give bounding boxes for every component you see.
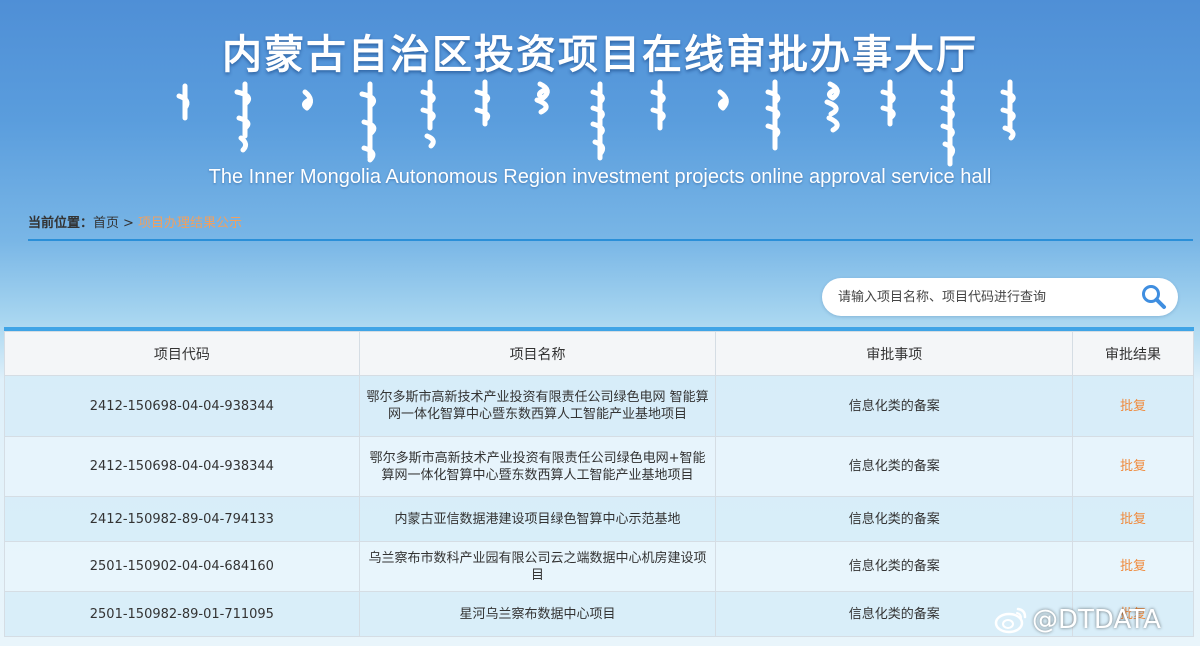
approval-item: 信息化类的备案	[715, 496, 1074, 542]
project-name: 鄂尔多斯市高新技术产业投资有限责任公司绿色电网+智能算网一体化智算中心暨东数西算…	[358, 436, 717, 497]
approval-result-link[interactable]: 批复	[1120, 399, 1146, 414]
site-title: 内蒙古自治区投资项目在线审批办事大厅	[222, 31, 978, 78]
site-subtitle-english: The Inner Mongolia Autonomous Region inv…	[208, 166, 992, 188]
approval-result-cell: 批复	[1072, 375, 1194, 437]
project-code: 2412-150698-04-04-938344	[4, 375, 360, 437]
table-row: 2501-150902-04-04-684160 乌兰察布市数科产业园有限公司云…	[4, 541, 1194, 592]
mongolian-script-logo	[176, 79, 1016, 167]
approval-result-link[interactable]: 批复	[1120, 512, 1146, 527]
table-row: 2412-150982-89-04-794133 内蒙古亚信数据港建设项目绿色智…	[4, 496, 1194, 542]
approval-item: 信息化类的备案	[715, 436, 1074, 497]
breadcrumb-label: 当前位置：	[28, 216, 94, 231]
header-project-code: 项目代码	[4, 331, 360, 376]
search-bar	[822, 278, 1178, 316]
approval-result-link[interactable]: 批复	[1120, 459, 1146, 474]
breadcrumb-home-link[interactable]: 首页	[93, 216, 119, 231]
weibo-icon	[994, 607, 1027, 634]
table-row: 2412-150698-04-04-938344 鄂尔多斯市高新技术产业投资有限…	[4, 436, 1194, 497]
watermark-text: @DTDATA	[1032, 605, 1161, 635]
header-approval-result: 审批结果	[1072, 331, 1194, 376]
approval-result-cell: 批复	[1072, 436, 1194, 497]
project-code: 2412-150698-04-04-938344	[4, 436, 360, 497]
header-approval-item: 审批事项	[715, 331, 1074, 376]
search-input[interactable]	[838, 278, 1128, 316]
header-project-name: 项目名称	[358, 331, 717, 376]
approval-result-cell: 批复	[1072, 541, 1194, 592]
breadcrumb-current: 项目办理结果公示	[137, 216, 242, 231]
approval-item: 信息化类的备案	[715, 375, 1074, 437]
project-name: 内蒙古亚信数据港建设项目绿色智算中心示范基地	[358, 496, 717, 542]
project-name: 乌兰察布市数科产业园有限公司云之端数据中心机房建设项目	[358, 541, 717, 592]
project-code: 2412-150982-89-04-794133	[4, 496, 360, 542]
table-row: 2412-150698-04-04-938344 鄂尔多斯市高新技术产业投资有限…	[4, 375, 1194, 437]
project-name: 星河乌兰察布数据中心项目	[358, 591, 717, 637]
approval-result-cell: 批复	[1072, 496, 1194, 542]
project-code: 2501-150982-89-01-711095	[4, 591, 360, 637]
project-code: 2501-150902-04-04-684160	[4, 541, 360, 592]
project-name: 鄂尔多斯市高新技术产业投资有限责任公司绿色电网 智能算网一体化智算中心暨东数西算…	[358, 375, 717, 437]
approval-item: 信息化类的备案	[715, 541, 1074, 592]
results-table: 项目代码 项目名称 审批事项 审批结果 2412-150698-04-04-93…	[4, 331, 1194, 637]
watermark: @DTDATA	[994, 602, 1161, 638]
search-icon[interactable]	[1140, 283, 1168, 311]
approval-result-link[interactable]: 批复	[1120, 559, 1146, 574]
table-header-row: 项目代码 项目名称 审批事项 审批结果	[4, 331, 1194, 376]
header-banner: 内蒙古自治区投资项目在线审批办事大厅 The Inner Mongolia Au…	[0, 0, 1200, 200]
breadcrumb-separator: >	[123, 216, 134, 231]
breadcrumb: 当前位置：首页 > 项目办理结果公示	[28, 212, 242, 231]
breadcrumb-divider	[28, 239, 1193, 241]
